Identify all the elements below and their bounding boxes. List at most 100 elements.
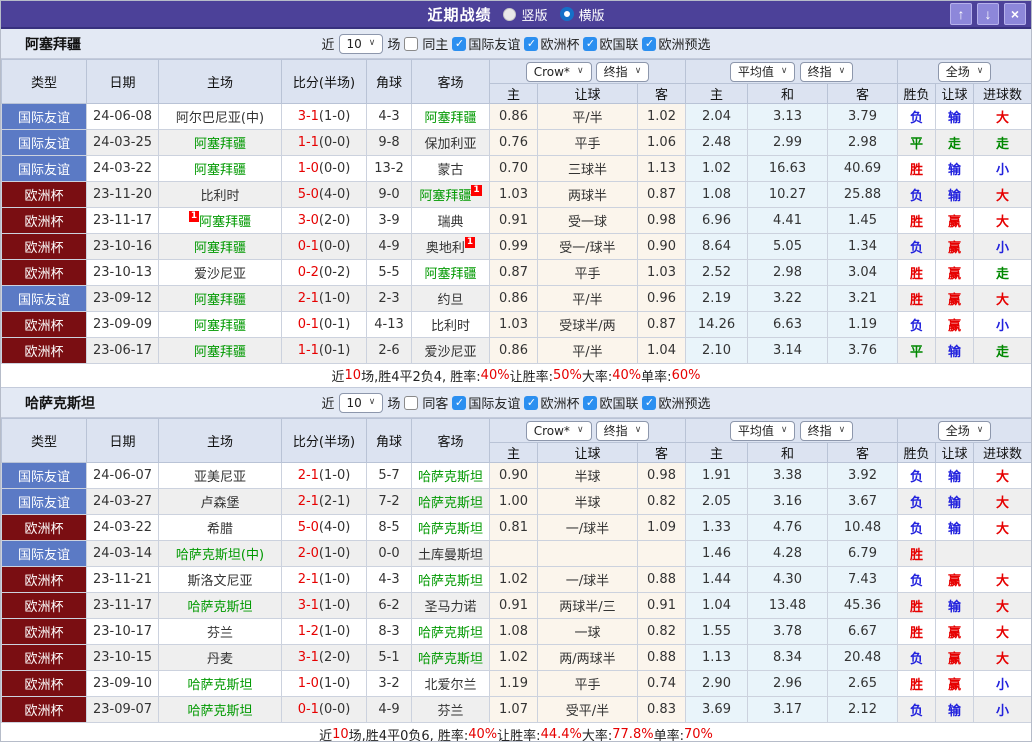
away-team-cell: 哈萨克斯坦 [412, 463, 490, 489]
bookmaker-select[interactable]: Crow*∨ [526, 62, 592, 82]
games-count-select[interactable]: 10 ∨ [339, 393, 384, 413]
league-filter-欧洲预选[interactable]: ✓欧洲预选 [642, 34, 710, 53]
score-cell: 2-0(1-0) [282, 541, 367, 567]
scroll-up-button[interactable]: ↑ [950, 3, 972, 25]
table-row: 欧洲杯23-10-15丹麦3-1(2-0)5-1哈萨克斯坦1.02两/两球半0.… [2, 645, 1032, 671]
league-checkbox-checked[interactable]: ✓ [642, 37, 656, 51]
team-name-text: 阿塞拜疆 [199, 215, 251, 230]
result-handicap-cell: 赢 [936, 286, 974, 312]
full-time-score: 5-0 [298, 520, 319, 535]
league-filter-欧洲杯[interactable]: ✓欧洲杯 [524, 34, 579, 53]
league-filter-欧洲杯[interactable]: ✓欧洲杯 [524, 393, 579, 412]
scroll-down-button[interactable]: ↓ [977, 3, 999, 25]
match-type-cell: 欧洲杯 [2, 697, 87, 723]
matches-table-kazakhstan: 类型 日期 主场 比分(半场) 角球 客场 Crow*∨ 终指∨ 平均值∨ 终指… [1, 418, 1032, 723]
avg-home-odds: 2.19 [686, 286, 748, 312]
average-select[interactable]: 平均值∨ [730, 62, 796, 82]
team-name: 哈萨克斯坦 [25, 393, 95, 413]
league-checkbox-checked[interactable]: ✓ [583, 396, 597, 410]
league-filter-欧国联[interactable]: ✓欧国联 [583, 393, 638, 412]
final-odds-select[interactable]: 终指∨ [596, 421, 650, 441]
avg-draw-odds: 8.34 [748, 645, 828, 671]
avg-home-odds: 1.04 [686, 593, 748, 619]
bookmaker-select[interactable]: Crow*∨ [526, 421, 592, 441]
league-filter-欧洲预选[interactable]: ✓欧洲预选 [642, 393, 710, 412]
full-time-score: 2-1 [298, 494, 319, 509]
league-filter-国际友谊[interactable]: ✓国际友谊 [452, 393, 520, 412]
corner-cell: 2-3 [367, 286, 412, 312]
league-checkbox-checked[interactable]: ✓ [452, 37, 466, 51]
half-time-score: (2-0) [319, 650, 350, 665]
col-avg-draw: 和 [748, 84, 828, 104]
average-select[interactable]: 平均值∨ [730, 421, 796, 441]
layout-horizontal-radio[interactable]: 横版 [560, 5, 605, 24]
chevron-down-icon: ∨ [839, 67, 846, 76]
summary-text: 让胜率: [497, 725, 540, 742]
handicap-line: 一球 [538, 619, 638, 645]
avg-away-odds: 1.34 [828, 234, 898, 260]
near-label: 近 [322, 34, 335, 53]
near-label: 近 [322, 393, 335, 412]
table-row: 欧洲杯23-09-09阿塞拜疆0-1(0-1)4-13比利时1.03受球半/两0… [2, 312, 1032, 338]
half-time-score: (1-0) [319, 572, 350, 587]
handicap-line: 平手 [538, 130, 638, 156]
avg-home-odds: 3.69 [686, 697, 748, 723]
result-handicap-cell: 输 [936, 182, 974, 208]
league-label: 欧洲预选 [658, 393, 710, 412]
result-wdl-cell: 负 [898, 515, 936, 541]
handicap-home-odds: 0.70 [490, 156, 538, 182]
layout-vertical-radio[interactable]: 竖版 [503, 5, 547, 24]
league-checkbox-checked[interactable]: ✓ [524, 37, 538, 51]
handicap-line: 受平/半 [538, 697, 638, 723]
close-button[interactable]: × [1004, 3, 1026, 25]
avg-away-odds: 3.21 [828, 286, 898, 312]
avg-home-odds: 2.10 [686, 338, 748, 364]
avg-draw-odds: 4.28 [748, 541, 828, 567]
avg-draw-odds: 3.22 [748, 286, 828, 312]
handicap-away-odds: 1.09 [638, 515, 686, 541]
corner-cell: 4-3 [367, 567, 412, 593]
full-match-select[interactable]: 全场∨ [938, 62, 992, 82]
result-goals-cell: 大 [974, 645, 1032, 671]
half-time-score: (0-0) [319, 135, 350, 150]
league-filter-国际友谊[interactable]: ✓国际友谊 [452, 34, 520, 53]
same-home-checkbox[interactable] [404, 37, 418, 51]
full-match-select[interactable]: 全场∨ [938, 421, 992, 441]
team-name-text: 阿塞拜疆 [194, 345, 246, 360]
league-filter-欧国联[interactable]: ✓欧国联 [583, 34, 638, 53]
summary-kazakhstan: 近10场,胜4平0负6, 胜率:40% 让胜率:44.4% 大率:77.8% 单… [1, 723, 1031, 742]
final-odds-select[interactable]: 终指∨ [596, 62, 650, 82]
handicap-home-odds: 0.91 [490, 208, 538, 234]
result-wdl-cell: 胜 [898, 619, 936, 645]
summary-text: 70% [684, 727, 713, 742]
games-count-select[interactable]: 10 ∨ [339, 34, 384, 54]
corner-cell: 8-5 [367, 515, 412, 541]
final-odds-select-2[interactable]: 终指∨ [800, 62, 854, 82]
result-goals-cell: 小 [974, 234, 1032, 260]
date-cell: 23-10-16 [87, 234, 159, 260]
team-name-text: 哈萨克斯坦 [418, 522, 483, 537]
league-label: 欧国联 [599, 393, 638, 412]
avg-away-odds: 3.67 [828, 489, 898, 515]
full-time-score: 2-1 [298, 291, 319, 306]
date-cell: 23-11-17 [87, 593, 159, 619]
league-checkbox-checked[interactable]: ✓ [452, 396, 466, 410]
final-odds-select-2[interactable]: 终指∨ [800, 421, 854, 441]
same-away-checkbox[interactable] [404, 396, 418, 410]
summary-text: 44.4% [541, 727, 582, 742]
avg-draw-odds: 4.30 [748, 567, 828, 593]
match-type-cell: 欧洲杯 [2, 260, 87, 286]
league-checkbox-checked[interactable]: ✓ [524, 396, 538, 410]
team-name-text: 芬兰 [207, 626, 233, 641]
window-buttons: ↑ ↓ × [950, 3, 1026, 25]
handicap-away-odds: 0.98 [638, 208, 686, 234]
summary-text: 单率: [641, 366, 671, 385]
section-header-azerbaijan: 阿塞拜疆 近 10 ∨ 场 同主 ✓国际友谊✓欧洲杯✓欧国联✓欧洲预选 [1, 29, 1031, 59]
away-team-cell: 阿塞拜疆 [412, 260, 490, 286]
league-checkbox-checked[interactable]: ✓ [642, 396, 656, 410]
table-row: 国际友谊24-06-07亚美尼亚2-1(1-0)5-7哈萨克斯坦0.90半球0.… [2, 463, 1032, 489]
col-date: 日期 [87, 419, 159, 463]
table-row: 国际友谊24-03-22阿塞拜疆1-0(0-0)13-2蒙古0.70三球半1.1… [2, 156, 1032, 182]
league-checkbox-checked[interactable]: ✓ [583, 37, 597, 51]
home-team-cell: 希腊 [159, 515, 282, 541]
